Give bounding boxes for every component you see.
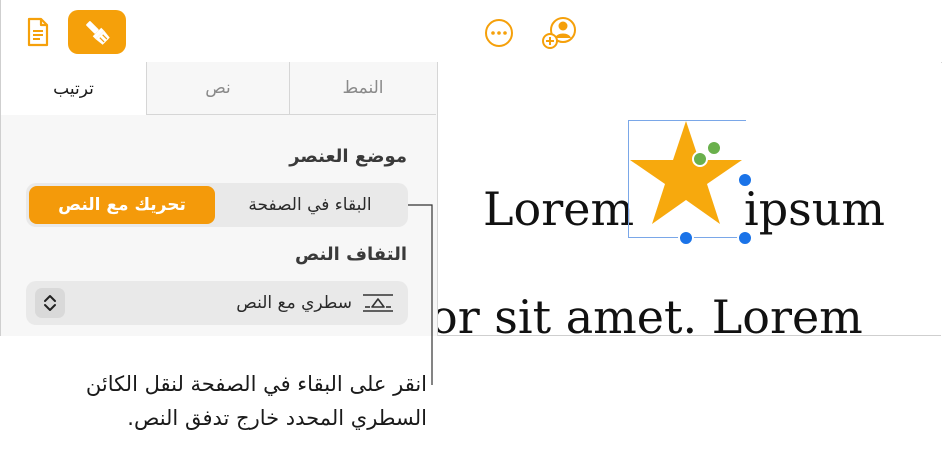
callout-line: [408, 204, 433, 385]
caption-line-1: انقر على البقاء في الصفحة لنقل الكائن: [85, 372, 427, 396]
callout-caption: انقر على البقاء في الصفحة لنقل الكائن ال…: [0, 367, 427, 435]
resize-handle-right: [737, 172, 753, 188]
resize-handle-corner: [737, 230, 753, 246]
resize-handle-bottom: [678, 230, 694, 246]
caption-line-2: السطري المحدد خارج تدفق النص.: [127, 406, 427, 430]
